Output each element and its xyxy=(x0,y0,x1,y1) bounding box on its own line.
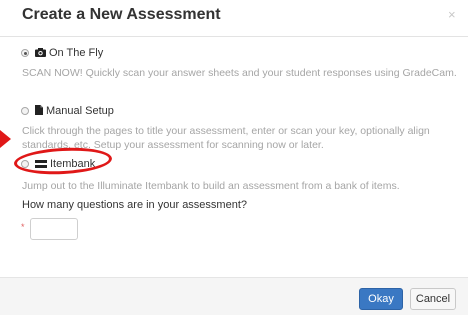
camera-icon xyxy=(35,44,46,62)
create-assessment-dialog: Create a New Assessment × On The Fly SCA… xyxy=(0,0,468,315)
required-marker: * xyxy=(21,222,25,232)
okay-button[interactable]: Okay xyxy=(359,288,403,310)
annotation-arrow xyxy=(0,130,11,148)
option-description-itembank: Jump out to the Illuminate Itembank to b… xyxy=(22,180,400,192)
close-icon[interactable]: × xyxy=(448,7,456,22)
dialog-header: Create a New Assessment × xyxy=(0,0,468,37)
dialog-footer: Okay Cancel xyxy=(0,277,468,315)
radio-on-the-fly[interactable] xyxy=(21,49,29,57)
option-label-manual-setup: Manual Setup xyxy=(46,105,114,117)
question-count-input[interactable] xyxy=(30,218,78,240)
dialog-title: Create a New Assessment xyxy=(22,6,221,23)
option-label-on-the-fly: On The Fly xyxy=(49,47,104,59)
option-manual-setup[interactable]: Manual Setup xyxy=(21,102,114,120)
document-icon xyxy=(35,102,43,120)
question-label: How many questions are in your assessmen… xyxy=(22,199,247,211)
option-on-the-fly[interactable]: On The Fly xyxy=(21,44,103,62)
option-description-on-the-fly: SCAN NOW! Quickly scan your answer sheet… xyxy=(22,67,457,79)
cancel-button[interactable]: Cancel xyxy=(410,288,456,310)
radio-manual-setup[interactable] xyxy=(21,107,29,115)
